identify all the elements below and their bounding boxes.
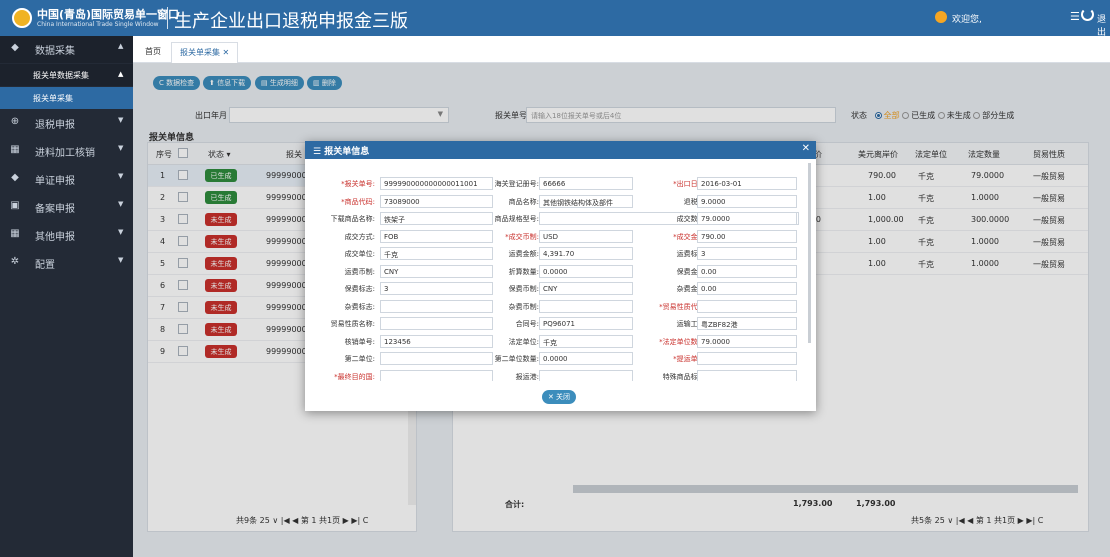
form-input[interactable]: 其他钢铁结构体及部件: [539, 194, 633, 208]
field-label: 保费币制:: [508, 285, 539, 293]
power-icon[interactable]: [1081, 8, 1094, 21]
field-label: 运费币制:: [344, 267, 375, 276]
form-input[interactable]: 0.00: [697, 282, 797, 295]
field-label: 海关登记册号:: [494, 180, 539, 188]
form-input[interactable]: 0.0000: [539, 352, 633, 365]
grid-icon: ▦: [10, 144, 20, 155]
chevron-down-icon: ▼: [118, 172, 124, 180]
menu-icon[interactable]: ☰: [1070, 10, 1080, 23]
field-label: 商品规格型号:: [494, 215, 539, 223]
folder-icon: ▣: [10, 200, 20, 211]
form-input[interactable]: [697, 299, 797, 313]
field-label: 杂费币制:: [508, 302, 539, 311]
form-input[interactable]: USD: [539, 229, 633, 243]
scrollbar[interactable]: [808, 163, 811, 343]
field-label: 保费标志:: [344, 285, 375, 293]
sidebar-item-documents[interactable]: ◆ 单证申报 ▼: [0, 166, 133, 192]
sidebar-item-processing[interactable]: ▦ 进料加工核销 ▼: [0, 138, 133, 164]
gear-icon: ✲: [10, 256, 20, 267]
field-label: 贸易性质名称:: [330, 320, 375, 328]
form-input[interactable]: [539, 299, 633, 313]
brand-name: 中国(青岛)国际贸易单一窗口: [37, 8, 180, 21]
sidebar-item-data-collect[interactable]: ◆ 数据采集 ▲: [0, 36, 133, 62]
form-input[interactable]: 9.0000: [697, 194, 797, 208]
tab-home[interactable]: 首页: [137, 42, 169, 63]
decl-info-dialog: ☰ 报关单信息 ✕ *报关单号: 999990000000000011001 海关登…: [305, 141, 816, 411]
grid-icon: ▦: [10, 228, 20, 239]
field-label: *成交币制:: [505, 232, 539, 241]
form-input[interactable]: 3: [697, 247, 797, 260]
form-input[interactable]: [697, 352, 797, 365]
chevron-down-icon: ▼: [118, 256, 124, 264]
chevron-down-icon: ▼: [118, 228, 124, 236]
sidebar-item-filing[interactable]: ▣ 备案申报 ▼: [0, 194, 133, 220]
field-label: 成交单位:: [344, 250, 375, 258]
field-label: 杂费标志:: [344, 302, 375, 311]
field-label: 商品名称:: [508, 197, 539, 206]
dialog-body: *报关单号: 999990000000000011001 海关登记册号: 66666 *…: [305, 159, 816, 381]
field-label: 核销单号:: [344, 337, 375, 346]
form-input[interactable]: 79.0000: [697, 334, 797, 348]
field-label: *报关单号:: [341, 180, 375, 188]
app-title: 生产企业出口退税申报金三版: [174, 11, 408, 32]
tab-decl-entry[interactable]: 报关单采集 ✕: [171, 42, 239, 63]
sidebar-item-decl-collect[interactable]: 报关单数据采集 ▲: [0, 64, 133, 86]
field-label: 第二单位数量:: [494, 355, 539, 363]
chevron-up-icon: ▲: [118, 42, 124, 50]
field-label: 成交方式:: [344, 232, 375, 241]
form-input[interactable]: 66666: [539, 177, 633, 190]
form-input[interactable]: 千克: [539, 334, 633, 348]
form-input[interactable]: 0.00: [697, 264, 797, 278]
field-label: 第二单位:: [344, 355, 375, 363]
field-label: 折算数量:: [508, 267, 539, 276]
sidebar-item-decl-entry[interactable]: 报关单采集: [0, 87, 133, 109]
sidebar: ◆ 数据采集 ▲ 报关单数据采集 ▲ 报关单采集 ⊕ 退税申报 ▼ ▦ 进料加工核…: [0, 36, 133, 557]
close-button[interactable]: ✕ 关闭: [542, 390, 576, 404]
sidebar-item-config[interactable]: ✲ 配置 ▼: [0, 250, 133, 276]
layers-icon: ◆: [11, 172, 19, 183]
form-input[interactable]: 2016-03-01: [697, 177, 797, 190]
chevron-up-icon: ▲: [118, 70, 124, 78]
field-label: *商品代码:: [341, 197, 375, 206]
brand-english: China International Trade Single Window: [37, 21, 159, 28]
form-input[interactable]: CNY: [539, 282, 633, 295]
plus-circle-icon: ⊕: [10, 116, 20, 127]
user-icon: [935, 11, 947, 23]
logout-link[interactable]: 退出: [1097, 12, 1110, 38]
chevron-down-icon: ▼: [118, 200, 124, 208]
form-input[interactable]: [697, 369, 797, 381]
sidebar-item-rebate[interactable]: ⊕ 退税申报 ▼: [0, 110, 133, 136]
field-label: *最终目的国:: [334, 372, 375, 381]
welcome-text: 欢迎您,: [952, 15, 982, 25]
form-input[interactable]: PQ96071: [539, 317, 633, 330]
form-input[interactable]: 0.0000: [539, 264, 633, 278]
form-input[interactable]: 4,391.70: [539, 247, 633, 260]
tab-bar: 首页 报关单采集 ✕: [133, 36, 1110, 63]
field-label: 运费金额:: [508, 250, 539, 258]
layers-icon: ◆: [11, 42, 19, 53]
logo-icon: [12, 8, 32, 28]
field-label: 法定单位:: [508, 337, 539, 346]
divider: [167, 7, 168, 29]
close-icon[interactable]: ✕: [802, 143, 810, 154]
form-input[interactable]: 79.0000: [697, 212, 797, 225]
top-bar: 中国(青岛)国际贸易单一窗口 China International Trade…: [0, 0, 1110, 38]
form-input[interactable]: 790.00: [697, 229, 797, 243]
chevron-down-icon: ▼: [118, 116, 124, 124]
field-label: 报运港:: [515, 372, 539, 381]
chevron-down-icon: ▼: [118, 144, 124, 152]
form-input[interactable]: 粤ZBF82港: [697, 317, 797, 330]
sidebar-item-other[interactable]: ▦ 其他申报 ▼: [0, 222, 133, 248]
field-label: 合同号:: [515, 320, 539, 328]
dialog-title: ☰ 报关单信息: [305, 141, 816, 159]
form-input[interactable]: [539, 369, 633, 381]
field-label: 下载商品名称:: [330, 215, 375, 223]
